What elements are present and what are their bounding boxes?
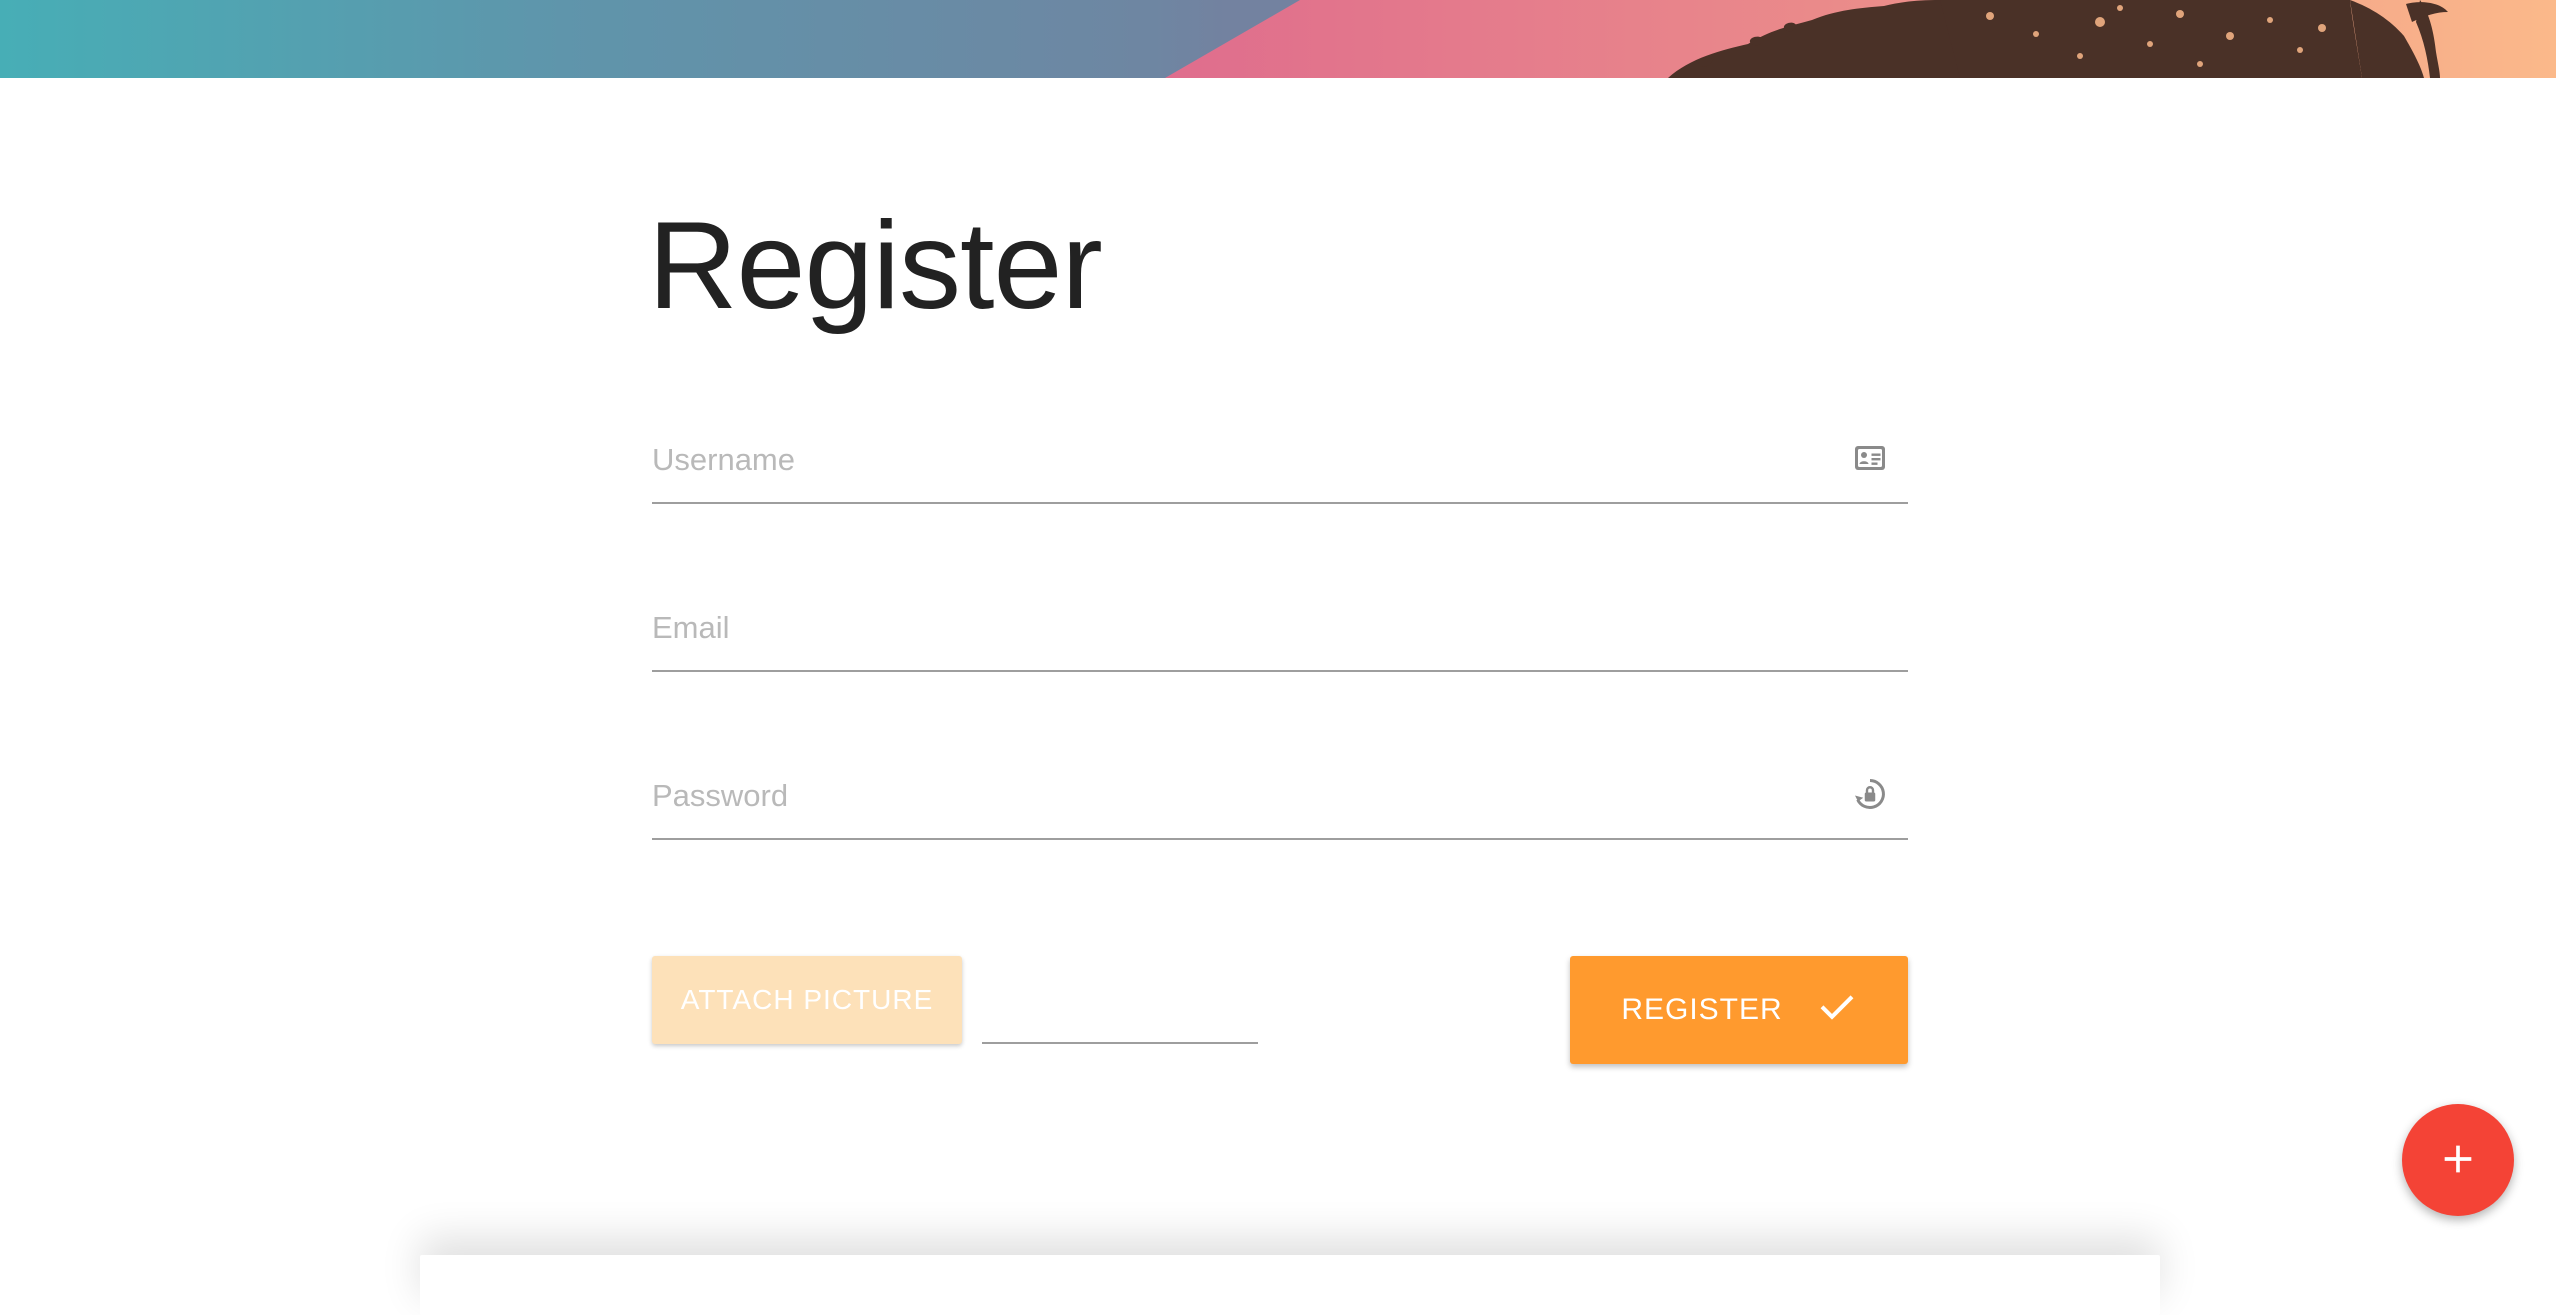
password-input[interactable] [652, 772, 1832, 820]
register-label: REGISTER [1621, 993, 1783, 1026]
banner-art [1165, 0, 2556, 78]
email-input[interactable] [652, 604, 1832, 652]
password-field [652, 744, 1908, 840]
bottom-card-edge [420, 1255, 2160, 1315]
plus-icon [2438, 1139, 2478, 1182]
id-card-icon [1852, 440, 1888, 476]
page-title: Register [648, 197, 1103, 335]
username-input[interactable] [652, 436, 1832, 484]
username-field [652, 408, 1908, 504]
header-banner [0, 0, 2556, 78]
register-button[interactable]: REGISTER [1570, 956, 1908, 1064]
attach-picture-label: ATTACH PICTURE [680, 984, 934, 1015]
file-name-field [982, 1042, 1258, 1044]
email-field [652, 576, 1908, 672]
add-fab-button[interactable] [2402, 1104, 2514, 1216]
attach-picture-button[interactable]: ATTACH PICTURE [652, 956, 962, 1044]
lock-reset-icon[interactable] [1852, 776, 1888, 812]
check-icon [1817, 986, 1857, 1034]
